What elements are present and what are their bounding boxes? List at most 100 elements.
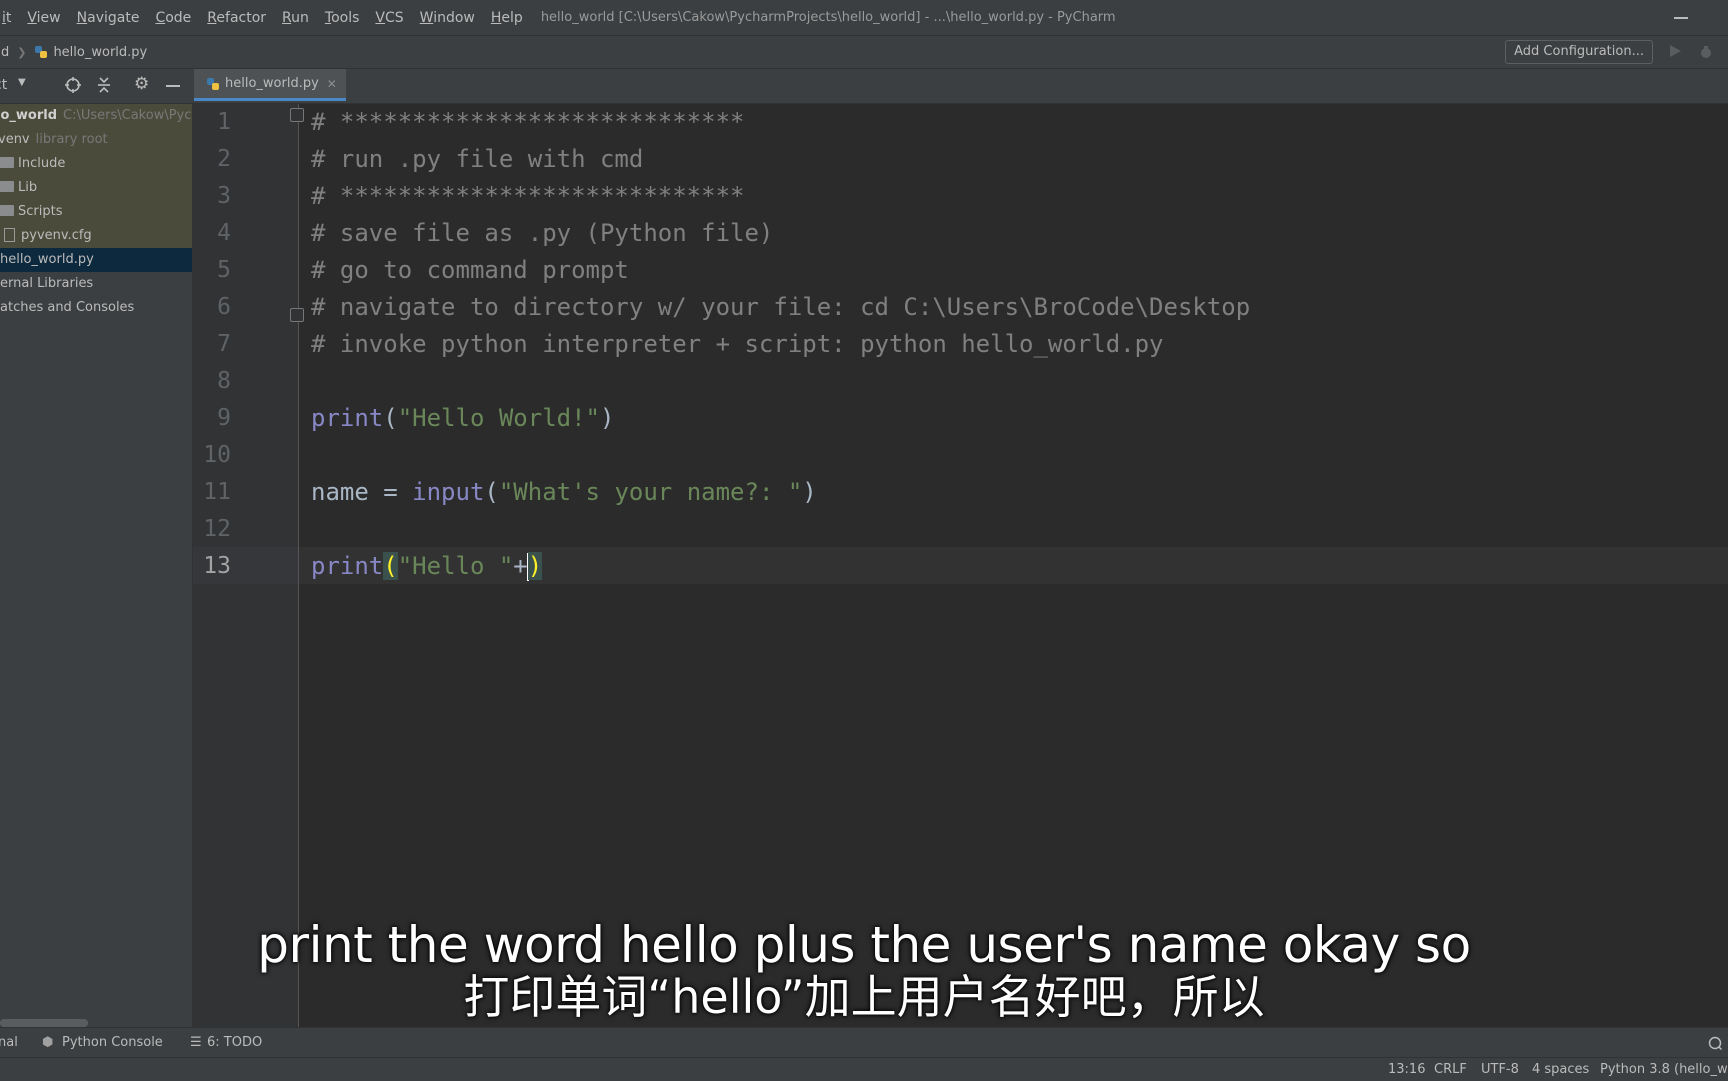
menu-run[interactable]: Run <box>274 10 317 26</box>
tree-item-label: pyvenv.cfg <box>21 228 92 243</box>
tree-item-lib[interactable]: Lib <box>0 176 192 200</box>
code-line-1: # **************************** <box>311 108 745 136</box>
code-token-paren: ( <box>383 404 398 432</box>
python-interpreter[interactable]: Python 3.8 (hello_w <box>1600 1062 1728 1077</box>
code-token-builtin: print <box>311 404 384 432</box>
minimize-icon[interactable] <box>1674 17 1688 19</box>
menu-edit[interactable]: it <box>0 10 19 26</box>
folder-icon <box>0 181 14 192</box>
tree-item-include[interactable]: Include <box>0 152 192 176</box>
python-file-icon <box>207 77 219 90</box>
folder-icon <box>0 205 14 216</box>
code-line-11: name = input("What's your name?: ") <box>311 474 817 511</box>
tree-item-venv[interactable]: venv library root <box>0 128 192 152</box>
tree-item-pyvenv-cfg[interactable]: pyvenv.cfg <box>0 224 192 248</box>
line-number: 5 <box>217 257 231 283</box>
menu-tools[interactable]: Tools <box>317 10 368 26</box>
tree-item-label: ernal Libraries <box>0 276 94 291</box>
code-editor[interactable]: 1 2 3 4 5 6 7 8 9 10 11 12 13 # ********… <box>193 104 1728 1027</box>
code-token-string: "Hello " <box>397 552 514 580</box>
tree-item-hello-world-py[interactable]: hello_world.py <box>0 248 192 272</box>
code-token-paren: ( <box>484 478 499 506</box>
event-log-icon[interactable] <box>1708 1036 1722 1050</box>
run-icon[interactable] <box>1668 44 1682 58</box>
subtitle-chinese: 打印单词“hello”加上用户名好吧，所以 <box>463 970 1265 1024</box>
line-separator[interactable]: CRLF <box>1434 1062 1467 1077</box>
tab-hello-world-py[interactable]: hello_world.py ✕ <box>194 69 346 101</box>
chevron-down-icon[interactable]: ▼ <box>18 77 26 88</box>
locate-target-icon[interactable] <box>64 76 82 94</box>
code-token-operator: + <box>513 552 528 580</box>
breadcrumb-project[interactable]: rld <box>0 45 9 60</box>
menu-code[interactable]: Code <box>147 10 199 26</box>
code-token-paren: ) <box>802 478 817 506</box>
fold-start-icon[interactable] <box>290 108 304 122</box>
breadcrumb-separator-icon: ❯ <box>17 45 27 59</box>
python-console-tool-button[interactable]: Python Console <box>62 1035 163 1050</box>
code-line-13: print("Hello "+) <box>311 548 543 585</box>
code-token-paren-matched: ( <box>383 552 398 580</box>
code-token-paren-matched: ) <box>527 552 543 580</box>
todo-tool-button[interactable]: 6: TODO <box>207 1035 262 1050</box>
folder-icon <box>0 157 14 168</box>
subtitle-english: print the word hello plus the user's nam… <box>257 916 1471 974</box>
tree-item-note: library root <box>35 132 108 147</box>
project-tree: lo_world C:\Users\Cakow\Pyc venv library r… <box>0 104 193 1027</box>
line-number: 11 <box>203 479 231 505</box>
code-line-9: print("Hello World!") <box>311 400 614 437</box>
line-number: 2 <box>217 146 231 172</box>
tree-item-label: hello_world.py <box>0 252 94 267</box>
menu-navigate[interactable]: Navigate <box>69 10 148 26</box>
line-number: 10 <box>203 442 231 468</box>
menu-bar: it View Navigate Code Refactor Run Tools… <box>0 0 1728 36</box>
code-line-3: # **************************** <box>311 182 745 210</box>
file-encoding[interactable]: UTF-8 <box>1481 1062 1519 1077</box>
menu-items: it View Navigate Code Refactor Run Tools… <box>0 10 531 26</box>
code-line-4: # save file as .py (Python file) <box>311 219 774 247</box>
line-number: 7 <box>217 331 231 357</box>
code-token-builtin: print <box>311 552 384 580</box>
editor-tab-bar: hello_world.py ✕ <box>192 69 1728 104</box>
indent-setting[interactable]: 4 spaces <box>1532 1062 1589 1077</box>
code-line-6: # navigate to directory w/ your file: cd… <box>311 293 1251 321</box>
gear-icon[interactable]: ⚙ <box>134 74 149 94</box>
tree-item-external-libraries[interactable]: ernal Libraries <box>0 272 192 296</box>
tree-item-scratches[interactable]: atches and Consoles <box>0 296 192 320</box>
code-token-paren: ) <box>600 404 615 432</box>
menu-vcs[interactable]: VCS <box>367 10 411 26</box>
line-number-current: 13 <box>203 553 231 579</box>
fold-end-icon[interactable] <box>290 308 304 322</box>
code-line-7: # invoke python interpreter + script: py… <box>311 330 1164 358</box>
menu-refactor[interactable]: Refactor <box>199 10 274 26</box>
code-token-string: "What's your name?: " <box>498 478 803 506</box>
close-icon[interactable]: ✕ <box>327 77 337 91</box>
menu-view[interactable]: View <box>19 10 68 26</box>
code-token-string: "Hello World!" <box>397 404 600 432</box>
tree-item-scripts[interactable]: Scripts <box>0 200 192 224</box>
terminal-tool-button[interactable]: nal <box>0 1035 18 1050</box>
caret-position[interactable]: 13:16 <box>1388 1062 1425 1077</box>
line-number: 8 <box>217 368 231 394</box>
gutter-divider <box>298 104 299 1027</box>
line-number: 12 <box>203 516 231 542</box>
hide-panel-icon[interactable] <box>166 85 180 87</box>
menu-help[interactable]: Help <box>483 10 531 26</box>
collapse-all-icon[interactable] <box>96 76 112 94</box>
file-icon <box>4 227 15 242</box>
menu-window[interactable]: Window <box>412 10 483 26</box>
line-number: 9 <box>217 405 231 431</box>
tree-item-label: Include <box>18 156 66 171</box>
navigation-bar: rld ❯ hello_world.py Add Configuration..… <box>0 36 1728 69</box>
status-bar: 13:16 CRLF UTF-8 4 spaces Python 3.8 (he… <box>0 1057 1728 1081</box>
tree-item-project-root[interactable]: lo_world C:\Users\Cakow\Pyc <box>0 104 192 128</box>
line-number: 4 <box>217 220 231 246</box>
code-token-builtin: input <box>412 478 485 506</box>
add-configuration-button[interactable]: Add Configuration... <box>1505 40 1653 64</box>
tree-item-path: C:\Users\Cakow\Pyc <box>63 108 192 123</box>
python-console-icon: ⬢ <box>42 1035 54 1050</box>
breadcrumb-file[interactable]: hello_world.py <box>53 45 147 60</box>
tree-item-label: Lib <box>18 180 38 195</box>
tree-item-label: venv <box>0 132 30 147</box>
project-view-title[interactable]: ct <box>0 77 7 93</box>
debug-icon[interactable] <box>1698 44 1714 60</box>
